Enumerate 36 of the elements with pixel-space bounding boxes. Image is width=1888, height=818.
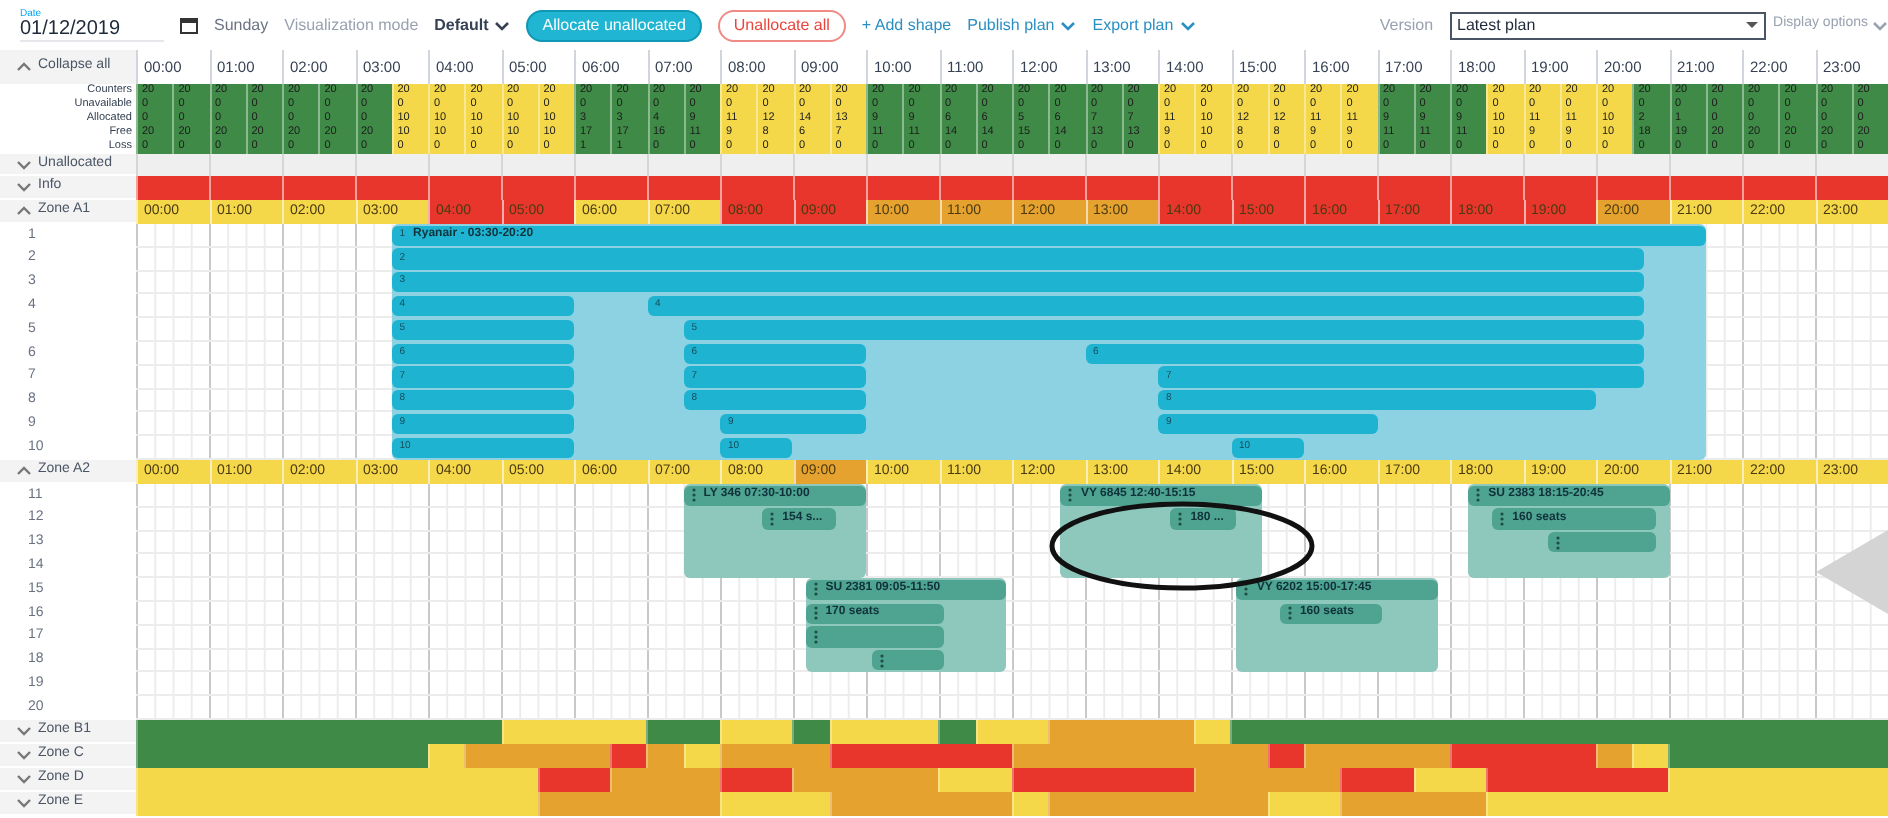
chevron-down-icon[interactable]: [16, 724, 32, 738]
chevron-up-icon[interactable]: [16, 464, 32, 478]
calendar-icon[interactable]: [180, 16, 198, 34]
publish-plan-button[interactable]: Publish plan: [967, 13, 1077, 37]
chevron-down-icon[interactable]: [16, 796, 32, 810]
drag-handle-icon[interactable]: [813, 606, 818, 621]
caret-icon[interactable]: [494, 19, 511, 31]
drag-handle-icon[interactable]: [691, 488, 696, 503]
chevron-down-icon[interactable]: [16, 157, 32, 171]
drag-handle-icon[interactable]: [1287, 606, 1292, 621]
version-label: Version: [1379, 13, 1434, 37]
allocation-bar[interactable]: [871, 650, 945, 671]
drag-handle-icon[interactable]: [1500, 511, 1505, 526]
unallocate-button[interactable]: Unallocate all: [717, 9, 846, 41]
chevron-up-icon[interactable]: [16, 60, 32, 74]
mode-label: Visualization mode: [284, 13, 419, 37]
caret-icon: [1745, 22, 1758, 28]
drag-handle-icon[interactable]: [1476, 488, 1481, 503]
day-label: Sunday: [214, 13, 269, 37]
allocate-button[interactable]: Allocate unallocated: [526, 9, 702, 41]
export-plan-button[interactable]: Export plan: [1092, 13, 1196, 37]
drag-handle-icon[interactable]: [1178, 511, 1183, 526]
add-shape-button[interactable]: + Add shape: [861, 13, 952, 37]
chevron-down-icon[interactable]: [16, 748, 32, 762]
drag-handle-icon[interactable]: [770, 511, 775, 526]
chevron-down-icon[interactable]: [16, 180, 32, 194]
chevron-down-icon[interactable]: [16, 772, 32, 786]
version-select[interactable]: Latest plan: [1449, 11, 1766, 39]
drag-handle-icon[interactable]: [879, 653, 884, 668]
chevron-up-icon[interactable]: [16, 204, 32, 218]
drag-handle-icon[interactable]: [1244, 582, 1249, 597]
drag-handle-icon[interactable]: [1555, 535, 1560, 550]
drag-handle-icon[interactable]: [813, 629, 818, 644]
drag-handle-icon[interactable]: [1068, 488, 1073, 503]
mode-dropdown[interactable]: Default: [434, 13, 511, 37]
drag-handle-icon[interactable]: [813, 582, 818, 597]
